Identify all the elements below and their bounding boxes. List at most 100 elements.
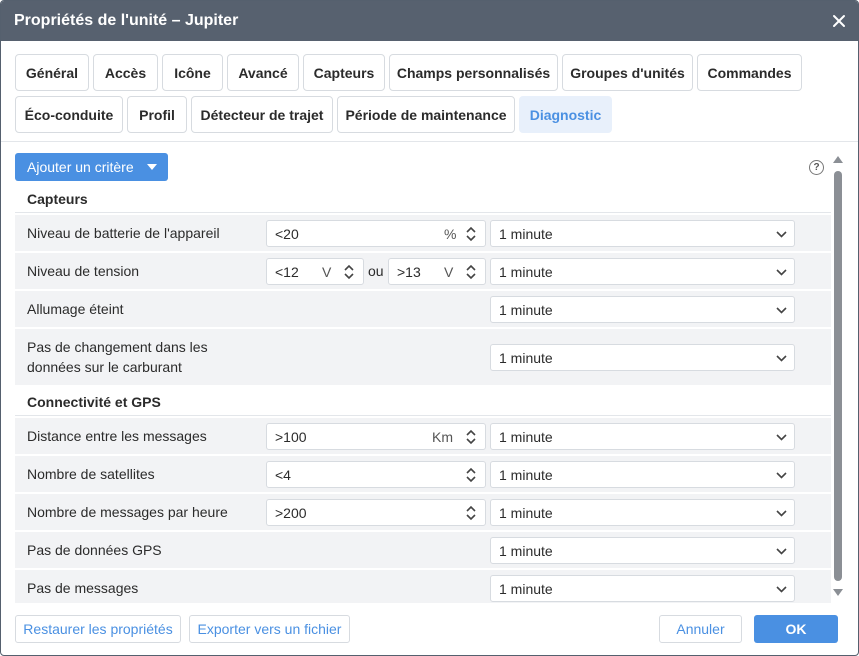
voltage-max-input[interactable]: >13 V [388, 258, 486, 285]
tab-unit-groups[interactable]: Groupes d'unités [562, 54, 693, 91]
tab-access[interactable]: Accès [93, 54, 158, 91]
section-header-connectivity: Connectivité et GPS [15, 386, 831, 416]
criterion-row-voltage: Niveau de tension <12 V ou >13 V 1 minut… [15, 253, 831, 289]
chevron-down-icon [776, 434, 787, 441]
spinner-arrows-icon[interactable] [465, 505, 477, 521]
criterion-row-battery: Niveau de batterie de l'appareil <20 % 1… [15, 215, 831, 251]
tab-custom-fields[interactable]: Champs personnalisés [389, 54, 558, 91]
criterion-label: Nombre de satellites [27, 466, 155, 482]
input-value: >200 [275, 505, 307, 521]
input-value: >13 [397, 264, 421, 280]
input-unit: % [444, 226, 457, 242]
spinner-arrows-icon[interactable] [465, 429, 477, 445]
period-select[interactable]: 1 minute [490, 220, 795, 247]
criterion-label: Nombre de messages par heure [27, 504, 228, 520]
criterion-label: Pas de messages [27, 580, 139, 596]
criterion-row-no-messages: Pas de messages 1 minute [15, 570, 831, 603]
dialog-title: Propriétés de l'unité – Jupiter [14, 12, 239, 29]
help-icon[interactable]: ? [809, 160, 824, 175]
select-value: 1 minute [499, 264, 553, 280]
select-value: 1 minute [499, 581, 553, 597]
scroll-up-arrow-icon[interactable] [833, 155, 843, 163]
tab-diagnostic[interactable]: Diagnostic [519, 96, 612, 133]
period-select[interactable]: 1 minute [490, 461, 795, 488]
chevron-down-icon [776, 510, 787, 517]
spinner-arrows-icon[interactable] [343, 264, 355, 280]
input-unit: Km [432, 429, 453, 445]
criterion-row-no-gps-data: Pas de données GPS 1 minute [15, 532, 831, 568]
tab-bar: Général Accès Icône Avancé Capteurs Cham… [1, 41, 858, 142]
period-select[interactable]: 1 minute [490, 258, 795, 285]
input-value: >100 [275, 429, 307, 445]
period-select[interactable]: 1 minute [490, 344, 795, 371]
voltage-min-input[interactable]: <12 V [266, 258, 364, 285]
select-value: 1 minute [499, 302, 553, 318]
criterion-label: Distance entre les messages [27, 428, 207, 444]
criterion-row-distance: Distance entre les messages >100 Km 1 mi… [15, 418, 831, 454]
select-value: 1 minute [499, 467, 553, 483]
cancel-button[interactable]: Annuler [659, 615, 742, 643]
chevron-down-icon [776, 472, 787, 479]
spinner-arrows-icon[interactable] [465, 467, 477, 483]
criterion-row-messages-per-hour: Nombre de messages par heure >200 1 minu… [15, 494, 831, 530]
chevron-down-icon [776, 586, 787, 593]
period-select[interactable]: 1 minute [490, 575, 795, 602]
criterion-row-satellites: Nombre de satellites <4 1 minute [15, 456, 831, 492]
tab-trip-detector[interactable]: Détecteur de trajet [191, 96, 333, 133]
criterion-row-fuel-no-change: Pas de changement dans les données sur l… [15, 329, 831, 385]
criterion-label: Pas de données GPS [27, 542, 162, 558]
input-unit: V [322, 264, 332, 280]
tab-sensors[interactable]: Capteurs [303, 54, 385, 91]
input-value: <20 [275, 226, 299, 242]
input-unit: V [444, 264, 454, 280]
chevron-down-icon [776, 548, 787, 555]
input-value: <12 [275, 264, 299, 280]
tab-general[interactable]: Général [15, 54, 89, 91]
period-select[interactable]: 1 minute [490, 296, 795, 323]
tab-advanced[interactable]: Avancé [227, 54, 299, 91]
scroll-down-arrow-icon[interactable] [833, 589, 843, 597]
section-header-sensors: Capteurs [15, 183, 831, 213]
input-value: <4 [275, 467, 291, 483]
select-value: 1 minute [499, 350, 553, 366]
battery-threshold-input[interactable]: <20 % [266, 220, 486, 247]
chevron-down-icon [776, 231, 787, 238]
spinner-arrows-icon[interactable] [465, 226, 477, 242]
criterion-label: Niveau de tension [27, 263, 140, 279]
caret-down-icon [147, 164, 157, 170]
select-value: 1 minute [499, 429, 553, 445]
criterion-label: Allumage éteint [27, 301, 124, 317]
export-to-file-button[interactable]: Exporter vers un fichier [189, 615, 350, 643]
period-select[interactable]: 1 minute [490, 423, 795, 450]
add-criterion-label: Ajouter un critère [27, 159, 134, 175]
criterion-label-line1: Pas de changement dans les [27, 339, 208, 355]
criterion-label: Niveau de batterie de l'appareil [27, 225, 220, 241]
add-criterion-button[interactable]: Ajouter un critère [15, 153, 168, 181]
select-value: 1 minute [499, 226, 553, 242]
tab-eco-driving[interactable]: Éco-conduite [15, 96, 123, 133]
or-separator: ou [368, 263, 384, 279]
tab-icon[interactable]: Icône [162, 54, 223, 91]
satellites-threshold-input[interactable]: <4 [266, 461, 486, 488]
restore-properties-button[interactable]: Restaurer les propriétés [15, 615, 181, 643]
distance-threshold-input[interactable]: >100 Km [266, 423, 486, 450]
spinner-arrows-icon[interactable] [465, 264, 477, 280]
period-select[interactable]: 1 minute [490, 537, 795, 564]
close-icon[interactable] [827, 9, 851, 33]
unit-properties-dialog: Propriétés de l'unité – Jupiter Général … [0, 0, 859, 656]
chevron-down-icon [776, 269, 787, 276]
tab-maintenance-period[interactable]: Période de maintenance [337, 96, 515, 133]
tab-commands[interactable]: Commandes [697, 54, 802, 91]
scrollbar-thumb[interactable] [834, 171, 842, 581]
criterion-label-line2: données sur le carburant [27, 359, 182, 375]
period-select[interactable]: 1 minute [490, 499, 795, 526]
ok-button[interactable]: OK [754, 615, 838, 643]
criterion-row-ignition-off: Allumage éteint 1 minute [15, 291, 831, 327]
criteria-list: Capteurs Niveau de batterie de l'apparei… [15, 183, 831, 603]
select-value: 1 minute [499, 505, 553, 521]
dialog-titlebar: Propriétés de l'unité – Jupiter [1, 1, 858, 41]
chevron-down-icon [776, 355, 787, 362]
tab-profile[interactable]: Profil [127, 96, 187, 133]
messages-per-hour-input[interactable]: >200 [266, 499, 486, 526]
chevron-down-icon [776, 307, 787, 314]
